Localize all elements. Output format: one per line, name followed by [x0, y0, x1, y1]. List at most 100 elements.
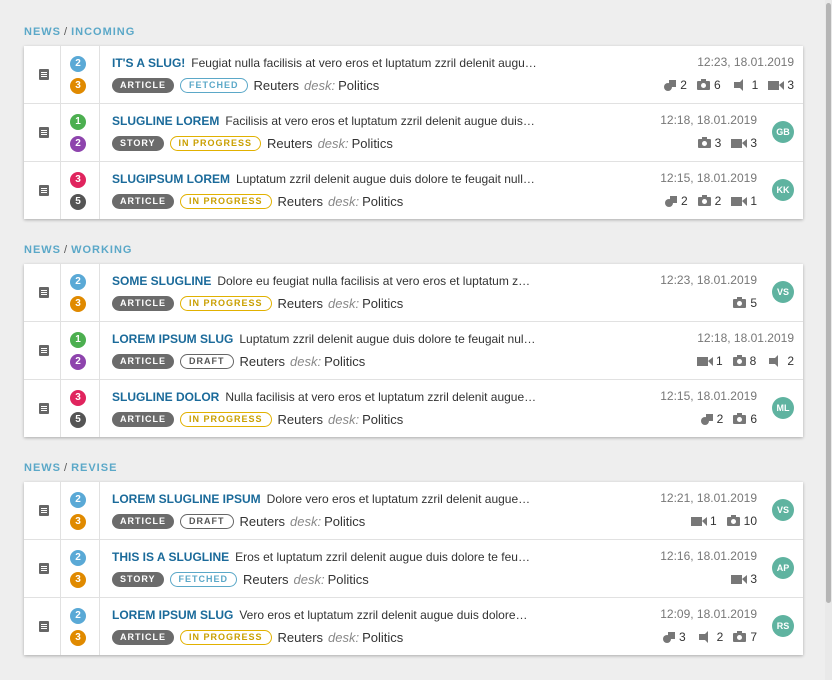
group-desk: NEWS: [24, 26, 61, 38]
item-datetime: 12:15, 18.01.2019: [660, 389, 757, 403]
stat-audio: 1: [731, 78, 758, 92]
desk-name: Politics: [362, 194, 404, 209]
item-type-label: ARTICLE: [112, 296, 174, 311]
document-icon: [39, 127, 49, 138]
avatar[interactable]: VS: [772, 499, 794, 521]
list-item[interactable]: 2 3 THIS IS A SLUGLINE Eros et luptatum zzr…: [24, 540, 803, 598]
stat-count: 8: [749, 354, 757, 368]
state-badge: FETCHED: [169, 572, 238, 587]
state-badge: DRAFT: [180, 514, 234, 529]
desk-name: Politics: [338, 78, 380, 93]
item-slugline: SLUGIPSUM LOREM: [112, 172, 231, 186]
item-title-line: THIS IS A SLUGLINE Eros et luptatum zzril…: [112, 550, 530, 564]
priority-cell: 23: [60, 264, 100, 321]
desk-label: desk:: [328, 296, 360, 311]
photo-icon: [726, 514, 740, 526]
avatar[interactable]: KK: [772, 179, 794, 201]
item-title-line: SLUGLINE LOREM Facilisis at vero eros et …: [112, 114, 535, 128]
desk-label: desk:: [293, 572, 325, 587]
item-source: Reuters: [239, 514, 286, 529]
stat-count: 3: [678, 630, 686, 644]
item-slugline: IT'S A SLUG!: [112, 56, 186, 70]
audio-icon: [733, 79, 743, 91]
stat-photo: 7: [733, 630, 757, 644]
priority-cell: 35: [60, 162, 100, 219]
desk-label: desk:: [290, 354, 322, 369]
photo-icon: [732, 354, 746, 366]
stat-count: 3: [787, 78, 794, 92]
stat-count: 2: [787, 354, 794, 368]
video-icon: [768, 80, 785, 90]
urgency-badge: 3: [70, 630, 86, 646]
item-slugline: THIS IS A SLUGLINE: [112, 550, 230, 564]
document-icon: [39, 505, 49, 516]
priority-cell: 23: [60, 482, 100, 539]
priority-cell: 23: [60, 46, 100, 103]
list-item[interactable]: 1 2 LOREM IPSUM SLUG Luptatum zzril delenit…: [24, 322, 803, 380]
item-type-cell: [24, 162, 61, 219]
list-item[interactable]: 2 3 LOREM SLUGLINE IPSUM Dolore vero eros e…: [24, 482, 803, 540]
item-type-label: ARTICLE: [112, 78, 174, 93]
avatar[interactable]: VS: [772, 281, 794, 303]
item-meta-line: ARTICLE IN PROGRESS Reuters desk: Politics: [112, 412, 403, 427]
item-meta-line: STORY IN PROGRESS Reuters desk: Politics: [112, 136, 393, 151]
group-list: 2 3 SOME SLUGLINE Dolore eu feugiat nulla f…: [24, 264, 803, 437]
video-icon: [731, 196, 748, 206]
photo-icon: [733, 412, 747, 424]
item-type-cell: [24, 380, 61, 437]
list-item[interactable]: 3 5 SLUGIPSUM LOREM Luptatum zzril delenit …: [24, 162, 803, 219]
item-stats: 3 2 7: [653, 630, 757, 644]
item-source: Reuters: [243, 572, 289, 587]
item-slugline: SLUGLINE DOLOR: [112, 390, 220, 404]
desk-label: desk:: [317, 136, 349, 151]
stat-audio: 2: [696, 630, 723, 644]
avatar[interactable]: ML: [772, 397, 794, 419]
related-icon: [664, 79, 677, 91]
desk-name: Politics: [351, 136, 393, 151]
stat-count: 2: [716, 412, 724, 426]
group-title[interactable]: NEWS / INCOMING: [24, 26, 135, 38]
item-title-line: IT'S A SLUG! Feugiat nulla facilisis at v…: [112, 56, 537, 70]
document-icon: [39, 69, 49, 80]
desk-label: desk:: [328, 630, 360, 645]
item-type-label: STORY: [112, 572, 164, 587]
avatar[interactable]: RS: [772, 615, 794, 637]
item-type-label: ARTICLE: [112, 514, 174, 529]
scrollbar-track[interactable]: [825, 0, 832, 680]
group-title[interactable]: NEWS / WORKING: [24, 244, 132, 256]
document-icon: [39, 185, 49, 196]
state-badge: IN PROGRESS: [180, 630, 272, 645]
group-stage: INCOMING: [71, 26, 136, 38]
stat-audio: 2: [766, 354, 794, 368]
item-headline: Dolore vero eros et luptatum zzril delen…: [266, 492, 531, 506]
priority-badge: 2: [70, 274, 86, 290]
list-item[interactable]: 2 3 SOME SLUGLINE Dolore eu feugiat nulla f…: [24, 264, 803, 322]
audio-icon: [698, 631, 708, 643]
related-icon: [700, 413, 713, 425]
video-icon: [696, 356, 713, 366]
video-icon: [731, 574, 748, 584]
item-datetime: 12:09, 18.01.2019: [660, 607, 757, 621]
urgency-badge: 3: [70, 514, 86, 530]
scrollbar-thumb[interactable]: [826, 3, 831, 603]
desk-name: Politics: [362, 296, 404, 311]
avatar[interactable]: AP: [772, 557, 794, 579]
group-list: 2 3 LOREM SLUGLINE IPSUM Dolore vero eros e…: [24, 482, 803, 655]
list-item[interactable]: 3 5 SLUGLINE DOLOR Nulla facilisis at vero …: [24, 380, 803, 437]
item-headline: Vero eros et luptatum zzril delenit augu…: [239, 608, 528, 622]
stat-video: 3: [731, 572, 757, 586]
item-type-cell: [24, 322, 61, 379]
group-title[interactable]: NEWS / REVISE: [24, 462, 117, 474]
priority-badge: 3: [70, 390, 86, 406]
photo-icon: [697, 136, 711, 148]
list-item[interactable]: 2 3 LOREM IPSUM SLUG Vero eros et luptatum …: [24, 598, 803, 655]
stat-related: 3: [662, 630, 686, 644]
list-item[interactable]: 2 3 IT'S A SLUG! Feugiat nulla facilisis at…: [24, 46, 803, 104]
list-item[interactable]: 1 2 SLUGLINE LOREM Facilisis at vero eros e…: [24, 104, 803, 162]
state-badge: DRAFT: [180, 354, 234, 369]
urgency-badge: 2: [70, 354, 86, 370]
avatar[interactable]: GB: [772, 121, 794, 143]
group-separator: /: [64, 244, 69, 256]
item-title-line: SOME SLUGLINE Dolore eu feugiat nulla fac…: [112, 274, 530, 288]
group-stage: WORKING: [71, 244, 133, 256]
